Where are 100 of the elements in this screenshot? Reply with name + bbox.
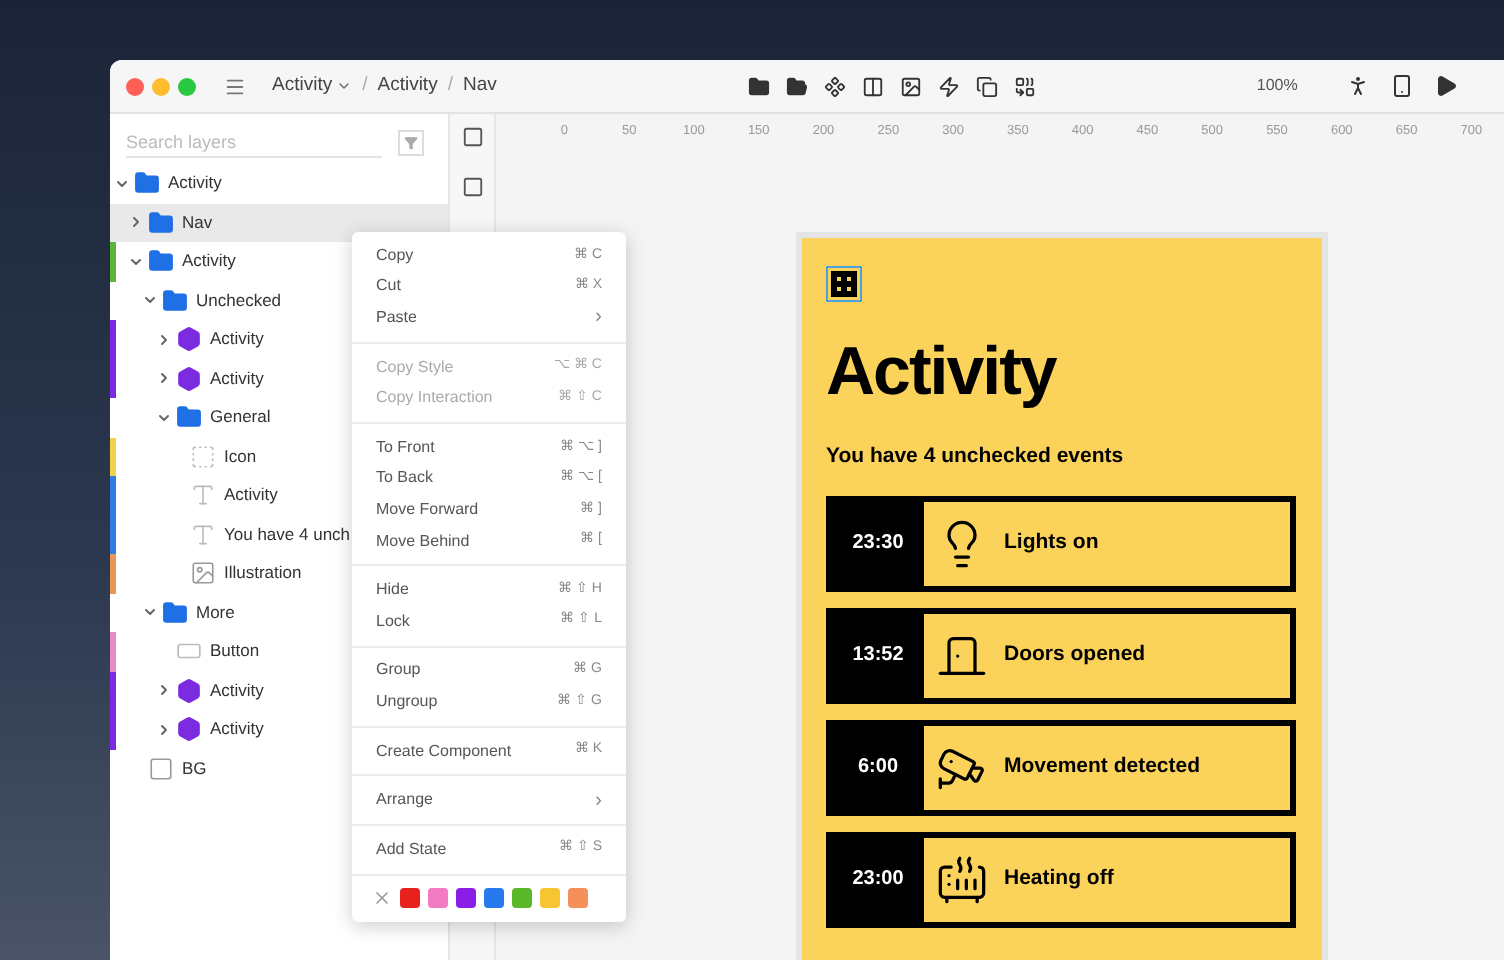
layer-label: Activity — [210, 716, 264, 743]
layer-label: Activity — [210, 677, 264, 704]
submenu-arrow: › — [595, 304, 602, 333]
no-color-icon[interactable] — [372, 888, 392, 908]
text-icon — [190, 521, 216, 548]
collapse-caret-icon[interactable] — [128, 214, 144, 231]
expand-caret-icon[interactable] — [142, 292, 158, 309]
expand-caret-icon[interactable] — [114, 175, 130, 192]
bolt-icon[interactable] — [938, 75, 961, 97]
menu-item-label: To Back — [376, 466, 433, 491]
menu-item[interactable]: Paste › — [352, 302, 626, 334]
color-swatch[interactable] — [540, 888, 560, 908]
image-icon — [190, 560, 216, 587]
color-swatch[interactable] — [400, 888, 420, 908]
color-swatch[interactable] — [568, 888, 588, 908]
layer-row[interactable]: Nav — [110, 203, 448, 242]
text-icon — [190, 482, 216, 509]
folder-icon — [162, 599, 188, 626]
color-swatch[interactable] — [512, 888, 532, 908]
event-label: Heating off — [1004, 863, 1114, 894]
menu-item-label: Copy — [376, 243, 414, 268]
menu-item-label: Copy Interaction — [376, 386, 493, 411]
menu-item-label: Move Behind — [376, 529, 470, 554]
folder-icon — [162, 287, 188, 314]
component-icon — [176, 326, 202, 353]
folder-icon — [148, 209, 174, 236]
event-label: Doors opened — [1004, 639, 1146, 670]
submenu-arrow: › — [595, 787, 602, 816]
breadcrumb-separator: / — [447, 71, 453, 100]
rectangle-icon — [148, 755, 174, 782]
collapse-caret-icon[interactable] — [156, 370, 172, 387]
menu-item[interactable]: Arrange › — [352, 784, 626, 816]
menu-icon[interactable] — [224, 75, 246, 97]
color-swatch[interactable] — [484, 888, 504, 908]
pattern-icon — [190, 443, 216, 470]
menu-item-label: Group — [376, 658, 421, 683]
layer-row[interactable]: Activity — [110, 164, 448, 203]
accessibility-icon[interactable] — [1345, 74, 1370, 98]
collapse-caret-icon[interactable] — [156, 682, 172, 699]
caret-icon — [336, 78, 353, 94]
layer-label: General — [210, 404, 271, 431]
layer-label: Activity — [168, 170, 222, 197]
folder-icon — [148, 248, 174, 275]
layer-label: Icon — [224, 443, 257, 470]
layer-label: More — [196, 599, 235, 626]
layer-label: Activity — [210, 326, 264, 353]
artboard-title: Activity — [826, 338, 1059, 406]
folder-icon[interactable] — [748, 75, 771, 97]
artboard-subtitle: You have 4 unchecked events — [826, 442, 1126, 472]
layer-label: Nav — [182, 209, 213, 236]
event-time: 23:00 — [832, 837, 924, 922]
menu-item-label: Add State — [376, 837, 447, 862]
menu-item-label: Hide — [376, 578, 409, 603]
collapse-caret-icon[interactable] — [156, 331, 172, 348]
menu-item-label: Paste — [376, 305, 417, 330]
layer-label: Activity — [224, 482, 278, 509]
component-icon — [176, 365, 202, 392]
collapse-caret-icon[interactable] — [156, 721, 172, 738]
heater-icon — [936, 853, 988, 906]
folder-icon[interactable] — [786, 75, 809, 97]
menu-item-label: Create Component — [376, 739, 512, 764]
color-swatch[interactable] — [456, 888, 476, 908]
menu-item-label: Cut — [376, 274, 401, 299]
menu-item-label: Copy Style — [376, 355, 454, 380]
image-icon[interactable] — [900, 75, 923, 97]
color-swatch[interactable] — [428, 888, 448, 908]
frame-tool-icon[interactable] — [461, 126, 483, 148]
component-icon[interactable] — [824, 75, 847, 97]
layer-label: Activity — [182, 248, 236, 275]
breadcrumb-link[interactable]: Nav — [462, 71, 497, 101]
component-icon — [176, 716, 202, 743]
close-window-button[interactable] — [126, 77, 144, 95]
layer-label: You have 4 unch — [224, 521, 351, 548]
event-time: 6:00 — [832, 725, 924, 810]
event-time: 13:52 — [832, 613, 924, 698]
combine-icon[interactable] — [1014, 75, 1037, 97]
layer-label: Unchecked — [196, 287, 282, 314]
folder-icon — [134, 170, 160, 197]
expand-caret-icon[interactable] — [142, 604, 158, 621]
play-icon[interactable] — [1433, 74, 1458, 98]
menu-item-label: Ungroup — [376, 689, 438, 714]
layer-label: Illustration — [224, 560, 302, 587]
selected-icon-drawing[interactable] — [826, 266, 862, 302]
layer-label: Button — [210, 638, 260, 665]
rectangle-tool-icon[interactable] — [461, 176, 483, 198]
zoom-level[interactable]: 100% — [1256, 74, 1298, 98]
device-icon[interactable] — [1389, 74, 1414, 98]
distribute-icon[interactable] — [862, 75, 885, 97]
event-label: Lights on — [1004, 527, 1099, 558]
breadcrumb-link[interactable]: Activity — [377, 71, 438, 101]
expand-caret-icon[interactable] — [128, 253, 144, 270]
duplicate-icon[interactable] — [976, 75, 999, 97]
search-field[interactable]: Search layers — [126, 126, 382, 158]
layer-label: Activity — [210, 365, 264, 392]
menu-item-label: Move Forward — [376, 497, 479, 522]
event-label: Movement detected — [1004, 751, 1201, 782]
breadcrumb-link[interactable]: Activity — [272, 71, 353, 101]
breadcrumb-separator: / — [362, 71, 368, 100]
layer-label: BG — [182, 755, 207, 782]
expand-caret-icon[interactable] — [156, 409, 172, 426]
